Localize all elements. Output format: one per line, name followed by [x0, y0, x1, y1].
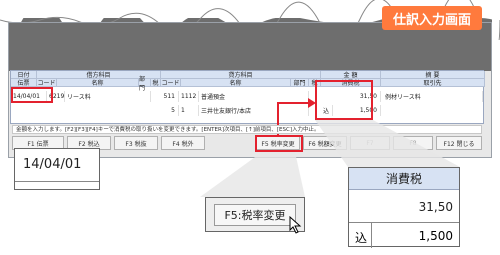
zoom-f5-button[interactable]: F5:税率変更: [214, 204, 296, 226]
mouse-cursor-icon: [289, 216, 302, 234]
zoom-tax-separator: [371, 223, 372, 248]
zoom-tax-inclusive-row: 込 1,500: [349, 222, 459, 248]
zoom-tax-in-value: 1,500: [418, 229, 453, 243]
zoom-date-value: 14/04/01: [23, 157, 82, 172]
zoom-tax-callout: 消費税 31,50 込 1,500: [348, 167, 460, 248]
zoom-date-callout: 14/04/01: [14, 148, 100, 190]
zoom-tax-amount: 31,50: [418, 200, 453, 214]
zoom-key-callout: F5:税率変更: [205, 197, 305, 234]
zoom-tax-header: 消費税: [349, 168, 459, 190]
zoom-date-divider: [15, 181, 99, 182]
zoom-tax-in-label: 込: [355, 231, 368, 245]
